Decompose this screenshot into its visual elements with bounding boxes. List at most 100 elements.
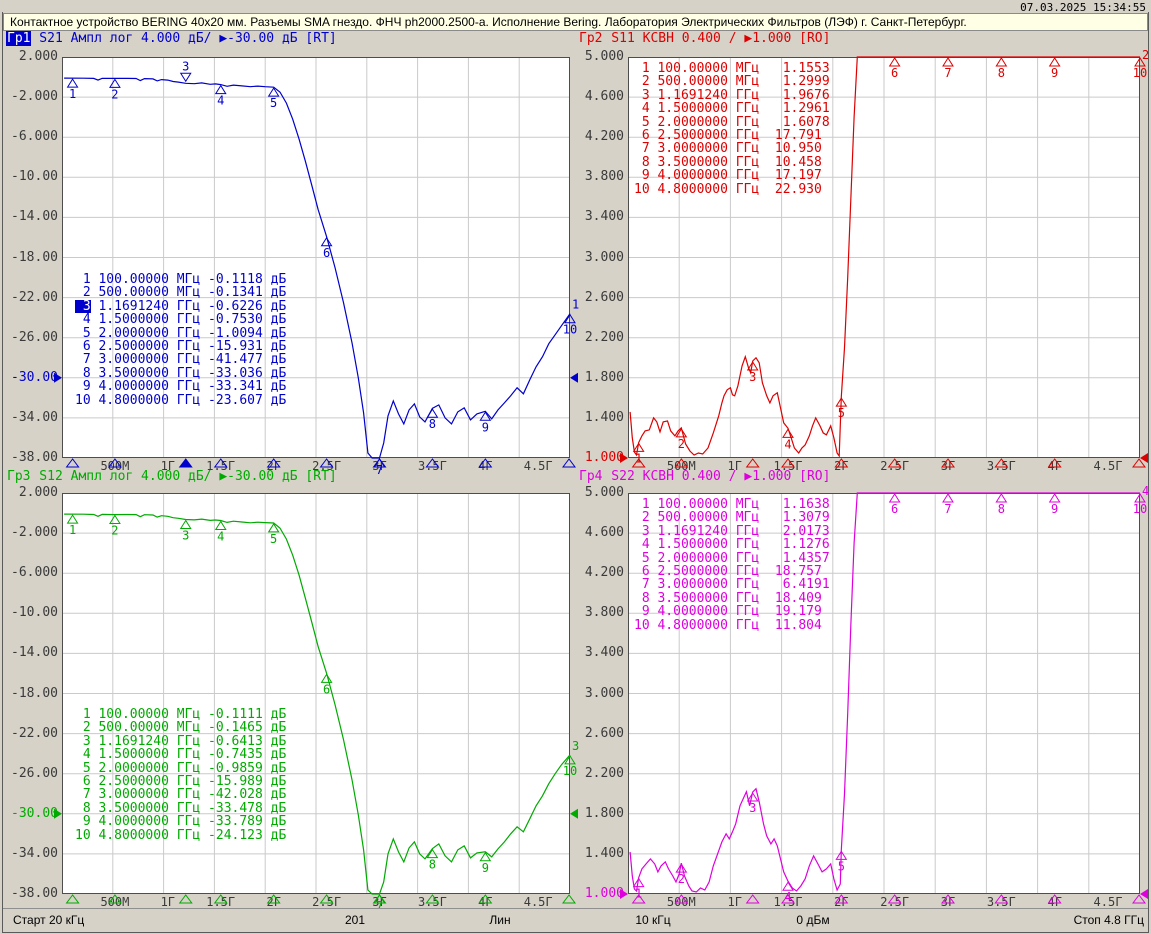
marker-row-number: 3	[634, 525, 650, 538]
marker-number: 1	[635, 451, 642, 465]
status-if-bandwidth: 10 кГц	[635, 913, 670, 927]
channel-header-s21[interactable]: Гр1 S21 Ампл лог 4.000 дБ/ ▶-30.00 дБ [R…	[6, 32, 337, 46]
marker-row-number: 10	[634, 619, 650, 632]
marker-number: 6	[323, 682, 330, 696]
window-frame-right	[1148, 12, 1149, 932]
marker-number: 2	[678, 872, 685, 886]
marker-table-row: 10 4.8000000 ГГц 22.930	[634, 183, 830, 196]
marker-row-number: 5	[634, 552, 650, 565]
marker-row-number: 9	[634, 605, 650, 618]
x-axis-tick-label: 1Г	[161, 895, 175, 909]
y-axis-tick-label: -14.00	[11, 646, 58, 659]
marker-row-number: 10	[75, 394, 91, 407]
reference-level-arrow-left[interactable]	[54, 373, 62, 383]
marker-table-row: 6 2.5000000 ГГц 18.757	[634, 565, 830, 578]
marker-axis-triangle-3[interactable]	[180, 895, 192, 903]
x-axis-tick-label: 2.5Г	[312, 895, 341, 909]
y-axis-tick-label: -2.000	[11, 90, 58, 103]
y-axis-tick-label: -22.00	[11, 727, 58, 740]
marker-row-number: 3	[75, 300, 91, 313]
y-axis-tick-label: -2.000	[11, 526, 58, 539]
y-axis-tick-label: 4.600	[585, 526, 624, 539]
marker-number: 6	[891, 66, 898, 80]
plot-area-s12[interactable]: 500М1Г1.5Г2Г2.5Г3Г3.5Г4Г4.5Г123456789103	[62, 493, 570, 910]
channel-id-badge[interactable]: Гр4	[578, 469, 603, 484]
channel-id-badge[interactable]: Гр3	[6, 469, 31, 484]
marker-row-number: 5	[75, 327, 91, 340]
marker-number: 9	[482, 861, 489, 875]
marker-axis-triangle-1[interactable]	[67, 459, 79, 467]
x-axis-tick-label: 1Г	[727, 895, 741, 909]
marker-row-number: 3	[634, 89, 650, 102]
marker-table-row: 5 2.0000000 ГГц 1.6078	[634, 116, 830, 129]
y-axis-tick-label: -10.00	[11, 170, 58, 183]
window-frame-bottom	[2, 932, 1149, 933]
marker-axis-triangle-10[interactable]	[1133, 895, 1145, 903]
marker-axis-triangle-3[interactable]	[180, 459, 192, 467]
channel-header-s11[interactable]: Гр2 S11 КСВН 0.400 / ▶1.000 [RO]	[578, 32, 830, 46]
marker-table-row: 1 100.00000 МГц 1.1638	[634, 498, 830, 511]
marker-number: 4	[784, 437, 791, 451]
channel-header-s22[interactable]: Гр4 S22 КСВН 0.400 / ▶1.000 [RO]	[578, 470, 830, 484]
x-axis-tick-label: 4.5Г	[1094, 459, 1123, 473]
marker-row-number: 6	[634, 565, 650, 578]
y-axis-labels-s21: 2.000-2.000-6.000-10.00-14.00-18.00-22.0…	[2, 50, 58, 465]
marker-row-number: 3	[75, 735, 91, 748]
marker-table-row: 6 2.5000000 ГГц -15.989 дБ	[75, 775, 286, 788]
y-axis-tick-label: 2.600	[585, 291, 624, 304]
marker-row-number: 4	[75, 313, 91, 326]
marker-table-row: 7 3.0000000 ГГц -42.028 дБ	[75, 788, 286, 801]
marker-number: 8	[998, 502, 1005, 516]
marker-table-s11: 1 100.00000 МГц 1.15532 500.00000 МГц 1.…	[634, 62, 830, 196]
y-axis-tick-label: 5.000	[585, 486, 624, 499]
marker-row-number: 1	[634, 498, 650, 511]
channel-id-badge[interactable]: Гр2	[578, 31, 603, 46]
marker-table-row: 4 1.5000000 ГГц 1.1276	[634, 538, 830, 551]
marker-table-row: 10 4.8000000 ГГц -23.607 дБ	[75, 394, 286, 407]
y-axis-tick-label: 2.000	[19, 50, 58, 63]
marker-row-number: 8	[75, 802, 91, 815]
marker-row-number: 10	[634, 183, 650, 196]
status-stop-frequency: Стоп 4.8 ГГц	[1074, 913, 1144, 927]
marker-table-row: 3 1.1691240 ГГц 1.9676	[634, 89, 830, 102]
reference-level-arrow-left[interactable]	[54, 809, 62, 819]
marker-table-row: 2 500.00000 МГц -0.1341 дБ	[75, 286, 286, 299]
marker-row-number: 7	[634, 142, 650, 155]
marker-row-number: 9	[75, 380, 91, 393]
y-axis-tick-label: -34.00	[11, 411, 58, 424]
marker-row-number: 6	[75, 340, 91, 353]
marker-row-data: 4.8000000 ГГц -24.123 дБ	[91, 828, 287, 843]
marker-table-s21: 1 100.00000 МГц -0.1118 дБ2 500.00000 МГ…	[75, 273, 286, 407]
marker-row-number: 1	[634, 62, 650, 75]
y-axis-tick-label: 3.800	[585, 606, 624, 619]
marker-number: 9	[1051, 66, 1058, 80]
y-axis-tick-label: -30.00	[11, 807, 58, 820]
marker-table-row: 4 1.5000000 ГГц -0.7435 дБ	[75, 748, 286, 761]
marker-row-number: 4	[75, 748, 91, 761]
marker-number: 5	[270, 532, 277, 546]
channel-header-s12[interactable]: Гр3 S12 Ампл лог 4.000 дБ/ ▶-30.00 дБ [R…	[6, 470, 337, 484]
marker-row-number: 2	[634, 75, 650, 88]
reference-level-arrow-left[interactable]	[620, 889, 628, 899]
marker-axis-triangle-3[interactable]	[747, 459, 759, 467]
marker-number: 3	[749, 370, 756, 384]
channel-id-badge[interactable]: Гр1	[6, 31, 31, 46]
marker-table-row: 10 4.8000000 ГГц -24.123 дБ	[75, 829, 286, 842]
x-axis-tick-label: 4.5Г	[1094, 895, 1123, 909]
marker-number: 10	[1133, 66, 1147, 80]
marker-table-s22: 1 100.00000 МГц 1.16382 500.00000 МГц 1.…	[634, 498, 830, 632]
marker-axis-triangle-3[interactable]	[747, 895, 759, 903]
marker-table-row: 9 4.0000000 ГГц 19.179	[634, 605, 830, 618]
y-axis-tick-label: 3.000	[585, 687, 624, 700]
marker-number: 4	[217, 530, 224, 544]
plot-area-s21[interactable]: 500М1Г1.5Г2Г2.5Г3Г3.5Г4Г4.5Г123456789101	[62, 57, 570, 474]
x-axis-tick-label: 500М	[667, 895, 696, 909]
marker-table-row: 7 3.0000000 ГГц -41.477 дБ	[75, 353, 286, 366]
status-bar: Старт 20 кГц 201 Лин 10 кГц 0 дБм Стоп 4…	[3, 908, 1148, 932]
marker-axis-triangle-1[interactable]	[67, 895, 79, 903]
marker-axis-triangle-10[interactable]	[1133, 459, 1145, 467]
reference-level-arrow-left[interactable]	[620, 453, 628, 463]
marker-number: 9	[1051, 502, 1058, 516]
marker-row-number: 8	[75, 367, 91, 380]
y-axis-tick-label: 2.600	[585, 727, 624, 740]
